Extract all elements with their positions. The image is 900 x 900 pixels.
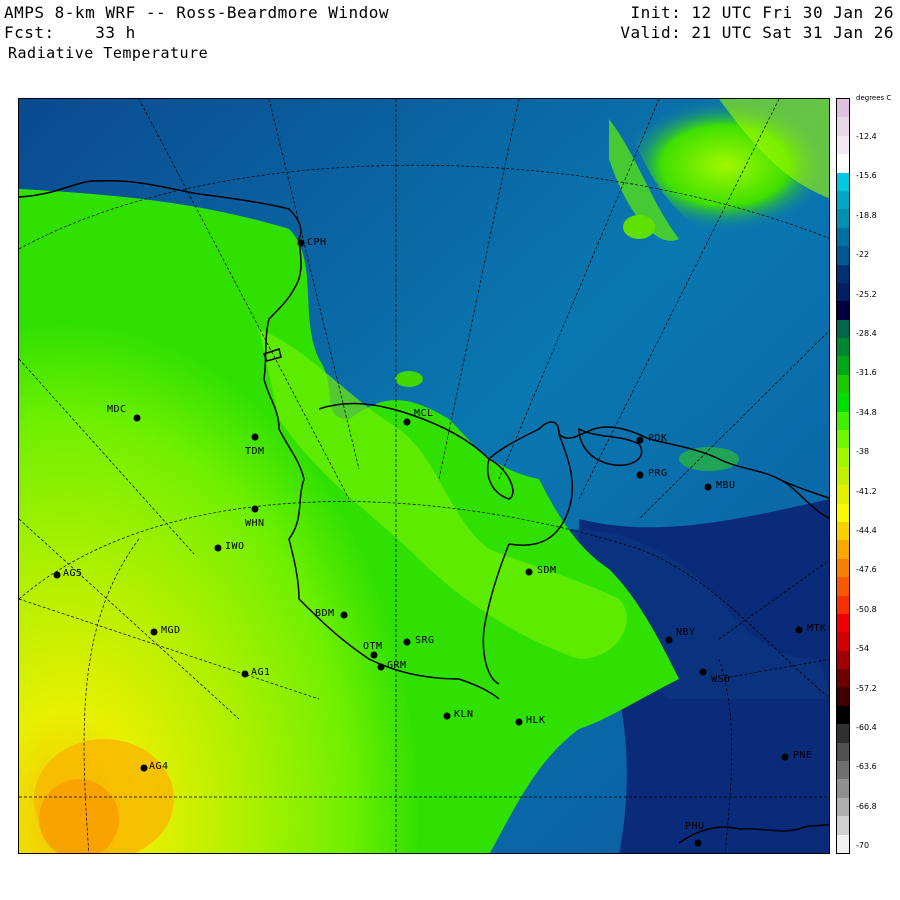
colorbar-tick-label: -22 (856, 250, 870, 260)
colorbar-segment (837, 669, 849, 688)
colorbar-tick-label: -66.8 (856, 801, 877, 811)
colorbar-segment (837, 650, 849, 670)
colorbar-segment (837, 834, 849, 854)
colorbar-tick-label: -57.2 (856, 683, 877, 693)
station-label-nby: NBY (676, 627, 696, 638)
station-label-kln: KLN (454, 709, 474, 720)
station-label-grm: GRM (387, 660, 407, 671)
colorbar-segment (837, 595, 849, 615)
colorbar-tick-label: -25.2 (856, 289, 877, 299)
colorbar-segment (837, 356, 849, 376)
station-label-sdm: SDM (537, 565, 557, 576)
colorbar-segment (837, 319, 849, 339)
colorbar-segment (837, 577, 849, 597)
colorbar-segment (837, 135, 849, 155)
colorbar-segment (837, 301, 849, 321)
colorbar-tick-label: -28.4 (856, 329, 877, 338)
colorbar-tick-label: -38 (856, 447, 870, 457)
colorbar-segment (837, 761, 849, 780)
colorbar-segment (837, 466, 849, 486)
colorbar-segment (837, 338, 849, 357)
map-image (19, 99, 829, 853)
station-label-ag5: AG5 (63, 568, 83, 579)
colorbar-segment (837, 521, 849, 541)
colorbar-segment (837, 779, 849, 799)
map-title: AMPS 8-km WRF -- Ross-Beardmore Window (4, 3, 390, 22)
station-label-prg: PRG (648, 468, 668, 479)
colorbar-tick-label: -34.8 (856, 407, 877, 417)
colorbar-segment (837, 190, 849, 210)
colorbar-units: degrees C (856, 94, 892, 102)
colorbar-segment (837, 393, 849, 413)
colorbar-segment (837, 282, 849, 302)
colorbar-tick-label: -18.8 (856, 210, 877, 220)
station-label-mtk: MTK (807, 623, 827, 634)
colorbar-segment (837, 264, 849, 284)
station-label-pne: PNE (793, 750, 813, 761)
colorbar-segment (837, 705, 849, 725)
colorbar-segment (837, 797, 849, 817)
colorbar-tick-label: -15.6 (856, 171, 877, 181)
station-label-mgd: MGD (161, 625, 181, 636)
station-label-whn: WHN (245, 518, 265, 529)
colorbar-segment (837, 430, 849, 449)
colorbar-segment (837, 613, 849, 633)
colorbar-segment (837, 172, 849, 192)
colorbar-segment (837, 485, 849, 505)
colorbar-segment (837, 448, 849, 468)
station-label-mdc: MDC (107, 404, 127, 415)
colorbar-segment (837, 687, 849, 707)
colorbar-tick-label: -60.4 (856, 723, 877, 732)
station-label-bdm: BDM (315, 608, 335, 619)
colorbar-tick-label: -44.4 (856, 526, 877, 535)
colorbar-segment (837, 154, 849, 174)
colorbar-tick-label: -12.4 (856, 132, 877, 141)
station-label-otm: OTM (363, 641, 383, 652)
station-label-mcl: MCL (414, 408, 434, 419)
valid-time: Valid: 21 UTC Sat 31 Jan 26 (620, 23, 894, 42)
colorbar-segment (837, 209, 849, 229)
colorbar-segment (837, 227, 849, 247)
colorbar-segment (837, 724, 849, 744)
colorbar (836, 98, 850, 854)
station-label-pdk: PDK (648, 433, 668, 444)
station-label-mbu: MBU (716, 480, 736, 491)
station-label-wsd: WSD (711, 674, 731, 685)
colorbar-segment (837, 503, 849, 523)
field-name: Radiative Temperature (8, 44, 209, 62)
station-label-phu: PHU (685, 821, 705, 832)
station-label-tdm: TDM (245, 446, 265, 457)
station-label-hlk: HLK (526, 715, 546, 726)
colorbar-segment (837, 99, 849, 118)
forecast-hour: Fcst: 33 h (4, 23, 136, 42)
colorbar-tick-label: -63.6 (856, 762, 877, 772)
colorbar-tick-label: -47.6 (856, 565, 877, 575)
colorbar-tick-label: -54 (856, 644, 870, 654)
colorbar-tick-label: -70 (856, 841, 870, 851)
colorbar-segment (837, 558, 849, 578)
colorbar-segment (837, 374, 849, 394)
station-label-ag1: AG1 (251, 667, 271, 678)
colorbar-segment (837, 117, 849, 137)
colorbar-segment (837, 540, 849, 560)
colorbar-segment (837, 816, 849, 836)
colorbar-segment (837, 632, 849, 652)
colorbar-tick-label: -50.8 (856, 604, 877, 614)
station-label-srg: SRG (415, 635, 435, 646)
colorbar-segment (837, 246, 849, 265)
init-time: Init: 12 UTC Fri 30 Jan 26 (630, 3, 894, 22)
satellite-map: CPH MDC TDM WHN IWO AG5 MGD AG1 AG4 BDM … (18, 98, 830, 854)
colorbar-segment (837, 411, 849, 431)
station-label-iwo: IWO (225, 541, 245, 552)
colorbar-segment (837, 742, 849, 762)
station-label-ag4: AG4 (149, 761, 169, 772)
colorbar-tick-label: -41.2 (856, 486, 877, 496)
colorbar-tick-label: -31.6 (856, 368, 877, 378)
station-label-cph: CPH (307, 237, 327, 248)
